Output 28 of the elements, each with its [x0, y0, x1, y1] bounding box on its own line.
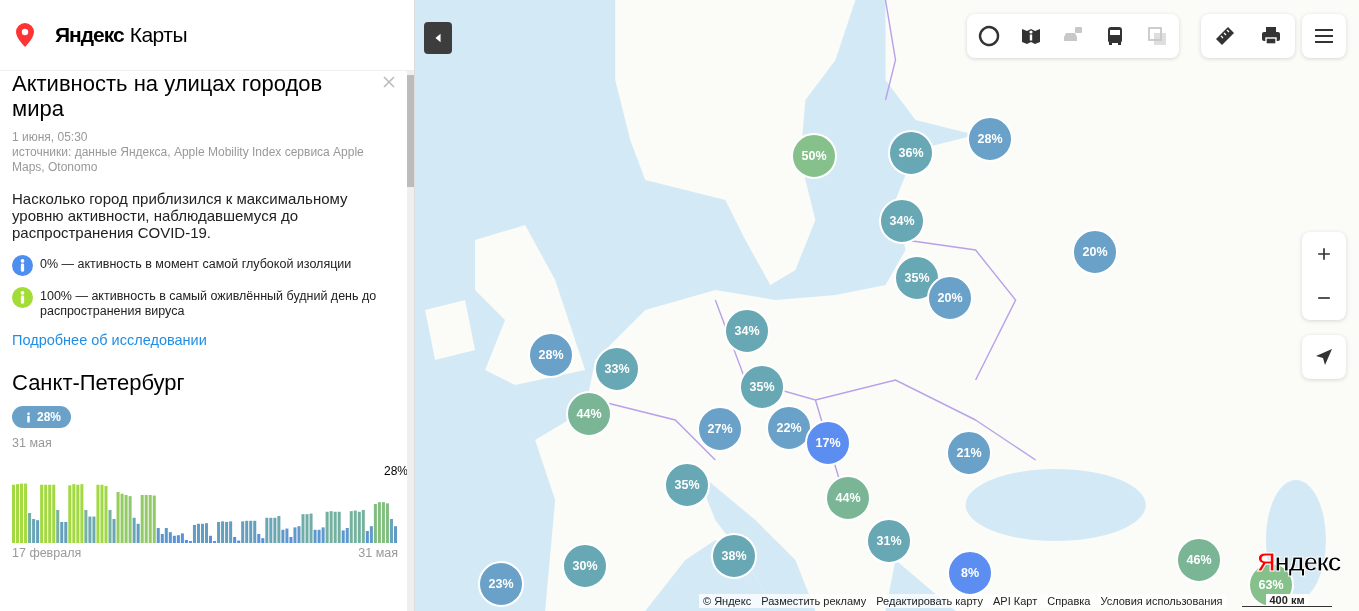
footer-link[interactable]: Разместить рекламу [761, 595, 867, 607]
collapse-button[interactable] [424, 22, 452, 54]
footer-link[interactable]: API Карт [993, 595, 1038, 607]
footer-link[interactable]: Редактировать карту [876, 595, 983, 607]
legend-text: 100% — активность в самый оживлённый будний день до распространения вируса [40, 289, 378, 319]
legend-text: 0% — активность в момент самой глубокой изоляции [40, 257, 352, 272]
scrollbar[interactable] [407, 71, 414, 611]
menu-button[interactable] [1302, 14, 1346, 58]
footer-link[interactable]: Справка [1047, 595, 1091, 607]
locate-button[interactable] [1302, 335, 1346, 379]
current-value: 28% [382, 464, 407, 478]
sources-text: источники: данные Яндекса, Apple Mobility Index сервиса Apple Maps, Otonomo [12, 145, 365, 175]
description-text: Насколько город приблизился к максимальному уровню активности, наблюдавшемуся до распространения COVID-19. [12, 190, 349, 241]
chart-date: 31 мая [12, 436, 53, 450]
copyright-link[interactable]: © Яндекс [703, 595, 752, 607]
update-date: 1 июня, 05:30 [12, 130, 89, 145]
product-name[interactable]: Карты [129, 23, 188, 47]
layers-icon[interactable] [977, 24, 1001, 48]
activity-badge: 28% [12, 406, 72, 428]
study-link[interactable]: Подробнее об исследовании [12, 332, 397, 348]
scale-label: 400 км [1266, 594, 1308, 606]
panel-title: Активность на улицах городов мира [12, 71, 324, 121]
brand-name[interactable]: Яндекс [55, 23, 124, 47]
axis-label: 31 мая [358, 546, 398, 560]
map-pin-icon [14, 22, 36, 48]
footer-link[interactable]: Условия использования [1100, 595, 1223, 607]
axis-label: 17 февраля [12, 546, 82, 560]
city-name: Санкт-Петербург [12, 370, 186, 396]
